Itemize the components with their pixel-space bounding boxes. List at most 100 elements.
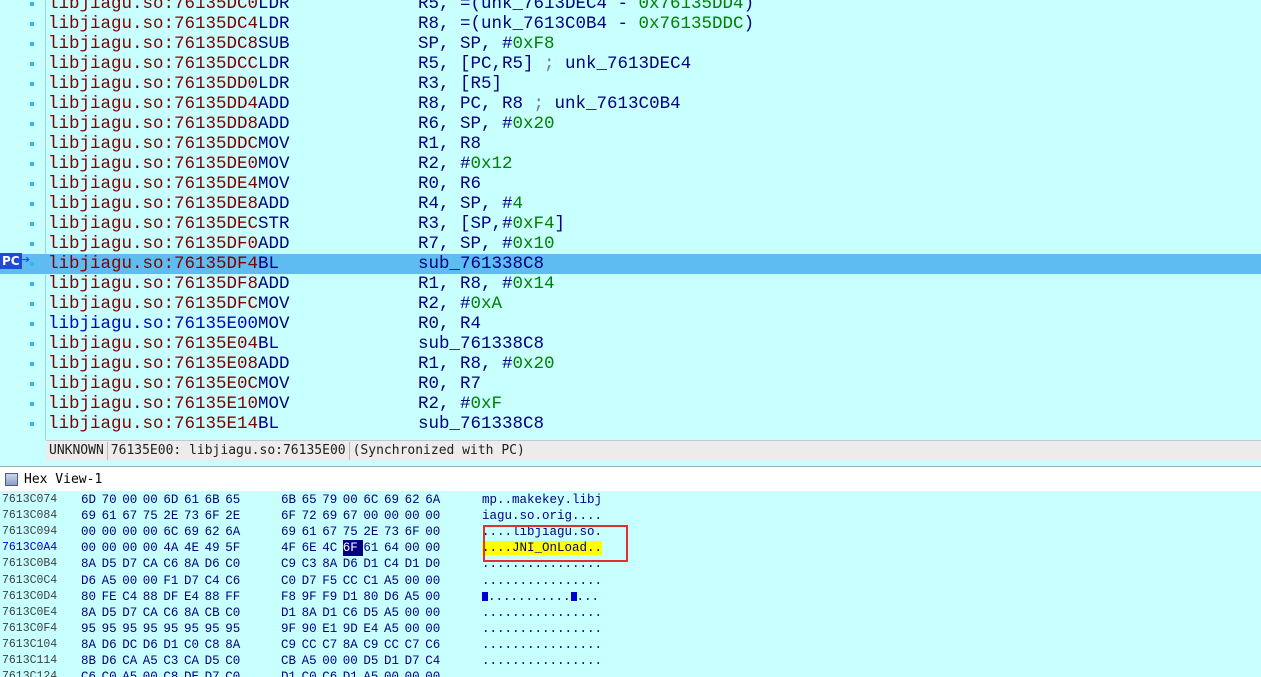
operand-text[interactable]: sub_761338C8 (418, 414, 544, 434)
line-bullet-icon[interactable] (30, 2, 34, 6)
disasm-address[interactable]: libjiagu.so:76135DC8 (48, 34, 258, 54)
disasm-line[interactable]: libjiagu.so:76135DF8 ADD R1, R8, #0x14 (0, 274, 1261, 294)
hex-row[interactable]: 7613C0A4 00 00 00 00 4A 4E 49 5F 4F 6E 4C 6F 61 64 00 00… (0, 540, 1261, 557)
disasm-operands[interactable]: R1, R8, #0x20 (418, 354, 555, 374)
line-bullet-icon[interactable] (30, 402, 34, 406)
line-bullet-icon[interactable] (30, 102, 34, 106)
disasm-mnemonic[interactable]: STR (258, 214, 290, 234)
hex-row[interactable]: 7613C0C4 D6 A5 00 00 F1 D7 C4 C6 C0 D7 F5 CC C1 A5 00 00… (0, 573, 1261, 589)
hex-byte[interactable]: CC (343, 573, 363, 589)
disasm-operands[interactable]: R7, SP, #0x10 (418, 234, 555, 254)
hex-address[interactable]: 7613C0C4 (2, 573, 57, 589)
hex-byte[interactable]: 6B (281, 492, 301, 508)
hex-byte[interactable]: 6A (425, 492, 445, 508)
hex-address[interactable]: 7613C0E4 (2, 605, 57, 621)
hex-byte[interactable]: D6 (81, 573, 101, 589)
hex-byte[interactable]: A5 (384, 621, 404, 637)
disasm-line[interactable]: libjiagu.so:76135DDC MOV R1, R8 (0, 134, 1261, 154)
ascii-text[interactable]: ........... (488, 590, 571, 604)
operand-immediate[interactable]: 0x76135DDC (639, 14, 744, 34)
ascii-text[interactable]: iagu.so.orig.... (482, 509, 602, 523)
hex-byte[interactable]: C3 (163, 653, 183, 669)
hex-byte[interactable]: D5 (363, 653, 383, 669)
hex-byte[interactable]: 00 (425, 621, 445, 637)
hex-byte[interactable]: 00 (143, 492, 163, 508)
hex-row[interactable]: 7613C104 8A D6 DC D6 D1 C0 C8 8A C9 CC C7 8A C9 CC C7 C6… (0, 637, 1261, 653)
hex-address[interactable]: 7613C094 (2, 524, 57, 540)
ascii-text[interactable]: ... (577, 590, 600, 604)
hex-byte[interactable]: D6 (205, 556, 225, 572)
ascii-text[interactable]: ................ (482, 574, 602, 588)
operand-text[interactable]: R7, SP, # (418, 234, 513, 254)
disasm-mnemonic[interactable]: ADD (258, 114, 290, 134)
hex-byte[interactable]: F5 (322, 573, 342, 589)
hex-byte[interactable]: D0 (425, 556, 445, 572)
hex-ascii[interactable]: mp..makekey.libj (482, 492, 602, 508)
hex-byte[interactable]: 00 (425, 524, 445, 540)
hex-byte[interactable]: 95 (184, 621, 204, 637)
hex-byte[interactable]: D1 (163, 637, 183, 653)
hex-byte[interactable]: D1 (363, 556, 383, 572)
hex-byte[interactable]: C4 (122, 589, 142, 605)
operand-text[interactable]: R5, =(unk_7613DEC4 - (418, 0, 639, 14)
hex-byte[interactable]: 4E (184, 540, 204, 556)
hex-byte[interactable]: 95 (163, 621, 183, 637)
line-bullet-icon[interactable] (30, 322, 34, 326)
hex-address[interactable]: 7613C0B4 (2, 556, 57, 572)
hex-byte[interactable]: A5 (102, 573, 122, 589)
hex-byte[interactable]: 2E (363, 524, 383, 540)
disasm-operands[interactable]: SP, SP, #0xF8 (418, 34, 555, 54)
disasm-line[interactable]: libjiagu.so:76135DD4 ADD R8, PC, R8 ; unk_… (0, 94, 1261, 114)
hex-byte[interactable]: A5 (122, 669, 142, 677)
hex-byte[interactable]: D1 (281, 669, 301, 677)
operand-text[interactable]: sub_761338C8 (418, 334, 544, 354)
operand-text[interactable]: R6, SP, # (418, 114, 513, 134)
disasm-operands[interactable]: sub_761338C8 (418, 334, 544, 354)
hex-byte[interactable]: 6F (205, 508, 225, 524)
hex-byte[interactable]: CA (143, 556, 163, 572)
disasm-mnemonic[interactable]: LDR (258, 54, 290, 74)
hex-byte[interactable]: 00 (405, 573, 425, 589)
hex-ascii[interactable]: ................ (482, 637, 602, 653)
hex-byte[interactable]: D7 (122, 605, 142, 621)
operand-text[interactable]: R2, # (418, 154, 471, 174)
operand-immediate[interactable]: 4 (513, 194, 524, 214)
hex-byte[interactable]: D6 (143, 637, 163, 653)
hex-byte[interactable]: 00 (122, 524, 142, 540)
disasm-operands[interactable]: sub_761338C8 (418, 254, 544, 274)
hex-byte[interactable]: D1 (384, 653, 404, 669)
hex-byte[interactable]: C0 (281, 573, 301, 589)
hex-byte[interactable]: 00 (384, 669, 404, 677)
operand-immediate[interactable]: 0xF4 (513, 214, 555, 234)
line-bullet-icon[interactable] (30, 222, 34, 226)
hex-byte[interactable]: 00 (143, 669, 163, 677)
hex-byte[interactable]: CA (184, 653, 204, 669)
hex-ascii[interactable]: ................ (482, 573, 602, 589)
disasm-line[interactable]: libjiagu.so:76135DC8 SUB SP, SP, #0xF8 (0, 34, 1261, 54)
operand-text[interactable]: R2, # (418, 294, 471, 314)
hex-byte[interactable]: C6 (163, 605, 183, 621)
line-bullet-icon[interactable] (30, 42, 34, 46)
disasm-line[interactable]: libjiagu.so:76135DF0 ADD R7, SP, #0x10 (0, 234, 1261, 254)
operand-text[interactable]: R1, R8, # (418, 354, 513, 374)
hex-byte[interactable]: A5 (384, 605, 404, 621)
hex-byte[interactable]: 8A (225, 637, 245, 653)
hex-byte[interactable]: 69 (384, 492, 404, 508)
ascii-text[interactable]: ................ (482, 654, 602, 668)
disasm-address[interactable]: libjiagu.so:76135E00 (48, 314, 258, 334)
hex-byte[interactable]: 2E (163, 508, 183, 524)
hex-byte[interactable]: 95 (205, 621, 225, 637)
disasm-address[interactable]: libjiagu.so:76135E08 (48, 354, 258, 374)
hex-byte[interactable]: D6 (343, 556, 363, 572)
disasm-operands[interactable]: R8, =(unk_7613C0B4 - 0x76135DDC) (418, 14, 754, 34)
disasm-line[interactable]: libjiagu.so:76135DD8 ADD R6, SP, #0x20 (0, 114, 1261, 134)
hex-byte[interactable]: 00 (425, 669, 445, 677)
operand-text[interactable]: R1, R8, # (418, 274, 513, 294)
operand-immediate[interactable]: 0xA (471, 294, 503, 314)
hex-byte[interactable]: C0 (102, 669, 122, 677)
hex-byte[interactable]: C0 (225, 605, 245, 621)
disasm-address[interactable]: libjiagu.so:76135DC0 (48, 0, 258, 14)
disasm-mnemonic[interactable]: BL (258, 254, 279, 274)
disasm-mnemonic[interactable]: LDR (258, 74, 290, 94)
hex-byte[interactable]: C4 (205, 573, 225, 589)
